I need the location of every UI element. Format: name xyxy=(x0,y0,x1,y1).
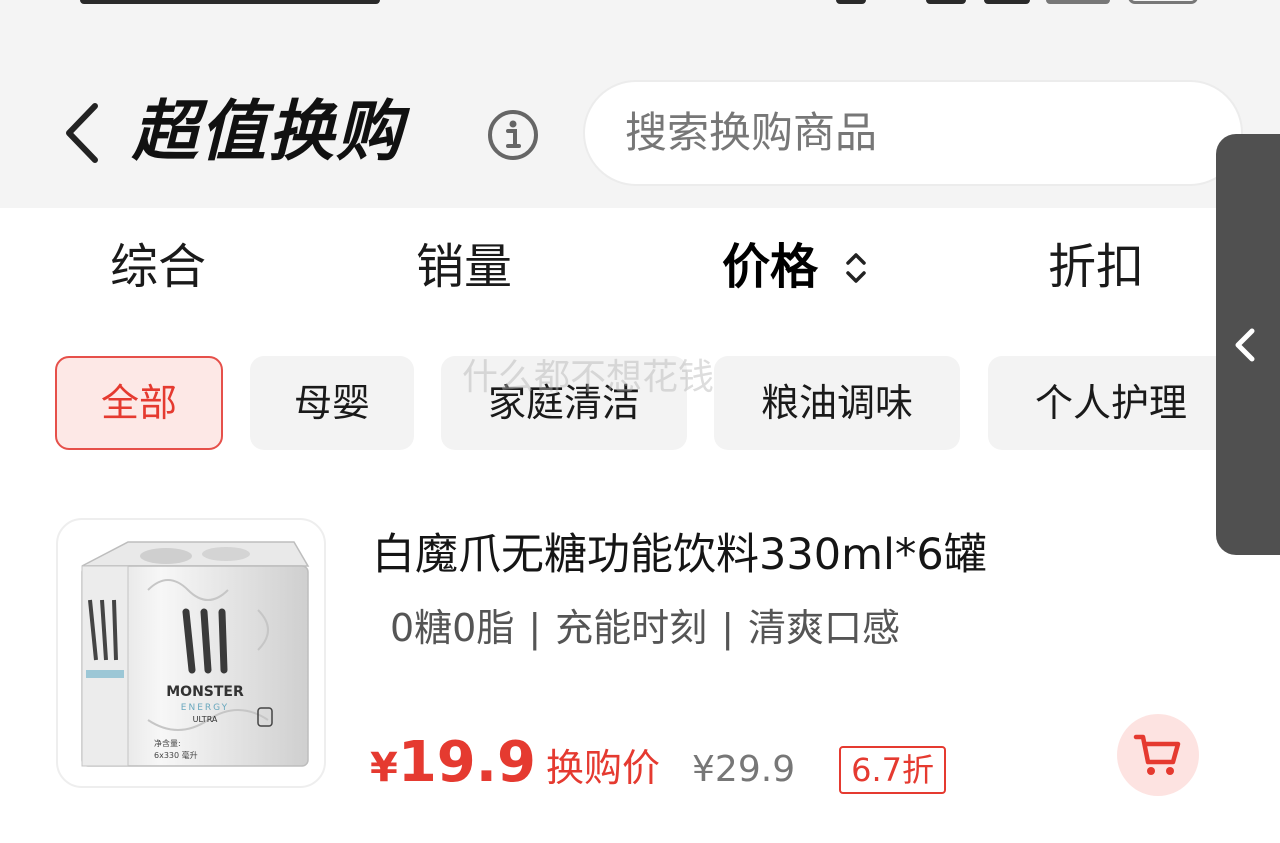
category-chip-all[interactable]: 全部 xyxy=(55,356,223,450)
wifi-icon xyxy=(926,0,966,4)
product-pack-illustration: MONSTER ENERGY ULTRA 净含量: 6x330 毫升 xyxy=(81,541,310,767)
category-chip-baby[interactable]: 母婴 xyxy=(250,356,414,450)
product-tags: 0糖0脂 | 充能时刻 | 清爽口感 xyxy=(390,598,900,658)
page: 超值换购 搜索换购商品 综合 销量 价格 折扣 全部 母婴 家庭清洁 粮油调味 … xyxy=(0,0,1280,843)
search-placeholder: 搜索换购商品 xyxy=(625,108,878,157)
sort-tab-overall[interactable]: 综合 xyxy=(110,232,206,302)
pack-volume-value: 6x330 毫升 xyxy=(154,750,198,760)
pack-volume-label: 净含量: xyxy=(154,738,181,748)
sort-arrows-icon[interactable] xyxy=(843,248,869,288)
sort-tab-sales[interactable]: 销量 xyxy=(416,232,512,302)
price-currency: ¥ xyxy=(370,745,398,791)
category-chip-cleaning[interactable]: 家庭清洁 xyxy=(441,356,687,450)
network-speed xyxy=(836,0,866,4)
product-tag: 充能时刻 xyxy=(555,606,708,650)
price-row: ¥ 19.9 换购价 ¥29.9 6.7折 xyxy=(370,730,946,810)
tag-divider: | xyxy=(528,606,542,650)
chevron-left-icon xyxy=(1235,328,1255,361)
product-title[interactable]: 白魔爪无糖功能饮料330ml*6罐 xyxy=(372,522,987,588)
tag-divider: | xyxy=(721,606,734,650)
product-tag: 0糖0脂 xyxy=(390,606,515,650)
pack-sub-text: ENERGY xyxy=(181,703,229,713)
info-icon xyxy=(488,110,538,160)
category-chip-personal-care[interactable]: 个人护理 xyxy=(988,356,1234,450)
signal-icon-secondary xyxy=(1046,0,1110,4)
cart-icon xyxy=(1133,734,1181,775)
page-title: 超值换购 xyxy=(132,93,404,170)
product-tag: 清爽口感 xyxy=(748,606,901,650)
back-button[interactable] xyxy=(56,98,106,168)
status-icons-left xyxy=(80,0,380,4)
battery-icon xyxy=(1128,0,1198,4)
original-price: ¥29.9 xyxy=(692,749,796,790)
sort-tab-price[interactable]: 价格 xyxy=(722,232,818,302)
signal-icon xyxy=(984,0,1030,4)
pack-variant-text: ULTRA xyxy=(193,715,218,724)
exchange-price: 19.9 xyxy=(397,730,537,795)
pack-brand-text: MONSTER xyxy=(166,684,244,700)
add-to-cart-button[interactable] xyxy=(1117,714,1199,796)
info-button[interactable] xyxy=(486,108,540,162)
exchange-price-label: 换购价 xyxy=(546,746,661,790)
discount-badge: 6.7折 xyxy=(839,746,946,794)
category-chip-grain-oil[interactable]: 粮油调味 xyxy=(714,356,960,450)
product-image[interactable]: MONSTER ENERGY ULTRA 净含量: 6x330 毫升 xyxy=(56,518,326,788)
search-input[interactable]: 搜索换购商品 xyxy=(583,80,1243,186)
status-bar xyxy=(0,0,1280,10)
sort-tab-discount[interactable]: 折扣 xyxy=(1048,232,1144,302)
chevron-left-icon xyxy=(66,103,98,163)
side-panel-toggle[interactable] xyxy=(1216,134,1280,555)
